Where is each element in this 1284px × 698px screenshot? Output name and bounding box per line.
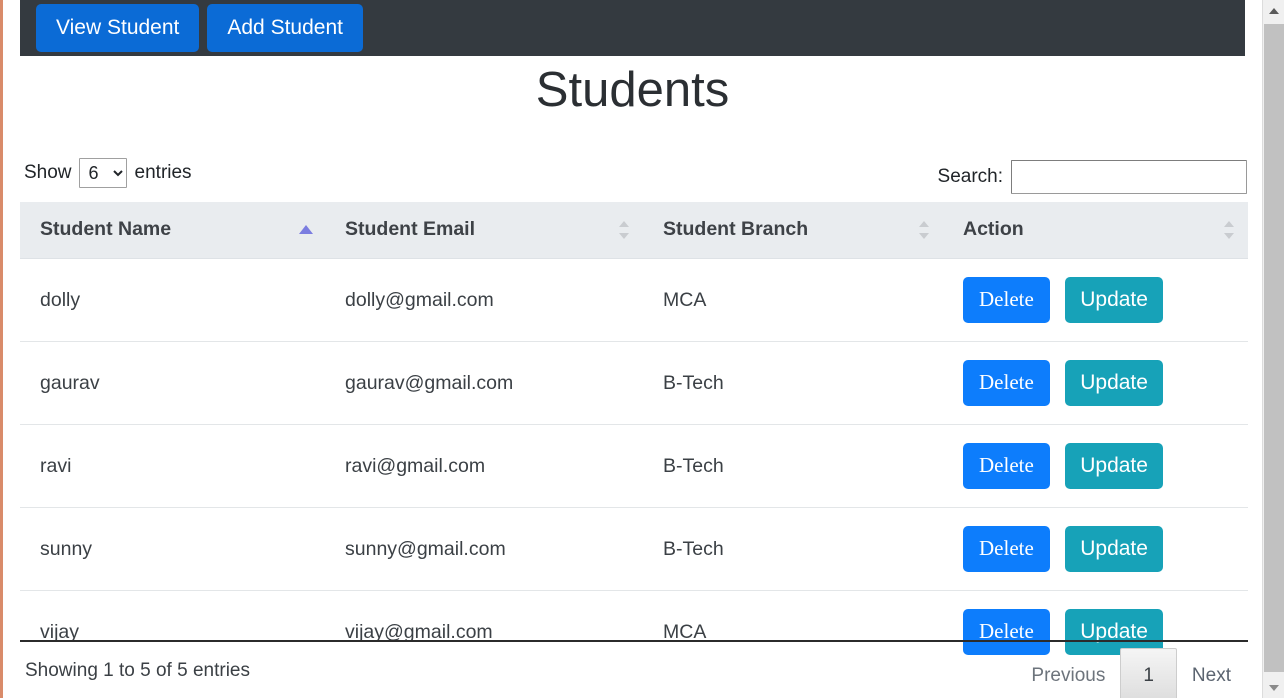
- cell-student-email: gaurav@gmail.com: [325, 342, 643, 425]
- browser-viewport: View Student Add Student Students Show 6…: [0, 0, 1284, 698]
- column-header-student-branch[interactable]: Student Branch: [643, 202, 943, 259]
- table-body: dolly dolly@gmail.com MCA Delete Update …: [20, 259, 1248, 674]
- datatable-toolbar: Show 6 10 25 50 100 entries Search:: [20, 150, 1248, 200]
- top-navbar: View Student Add Student: [20, 0, 1245, 56]
- cell-student-branch: B-Tech: [643, 342, 943, 425]
- scroll-down-arrow-icon[interactable]: [1263, 677, 1284, 698]
- show-label: Show: [24, 162, 72, 184]
- update-button[interactable]: Update: [1065, 526, 1163, 572]
- table-header-row: Student Name Student Email: [20, 202, 1248, 259]
- update-button[interactable]: Update: [1065, 277, 1163, 323]
- cell-student-branch: B-Tech: [643, 425, 943, 508]
- column-header-student-email[interactable]: Student Email: [325, 202, 643, 259]
- vertical-scrollbar[interactable]: [1262, 0, 1284, 698]
- column-header-action[interactable]: Action: [943, 202, 1248, 259]
- students-datatable: Show 6 10 25 50 100 entries Search:: [20, 150, 1248, 673]
- pagination-next[interactable]: Next: [1177, 648, 1246, 698]
- cell-student-email: dolly@gmail.com: [325, 259, 643, 342]
- sort-neutral-icon: [619, 219, 629, 241]
- table-row: ravi ravi@gmail.com B-Tech Delete Update: [20, 425, 1248, 508]
- column-header-label: Student Branch: [663, 218, 808, 240]
- update-button[interactable]: Update: [1065, 443, 1163, 489]
- search-input[interactable]: [1011, 160, 1247, 194]
- entries-label: entries: [135, 162, 192, 184]
- table-row: dolly dolly@gmail.com MCA Delete Update: [20, 259, 1248, 342]
- sort-neutral-icon: [919, 219, 929, 241]
- table-row: gaurav gaurav@gmail.com B-Tech Delete Up…: [20, 342, 1248, 425]
- delete-button[interactable]: Delete: [963, 360, 1050, 406]
- cell-student-name: dolly: [20, 259, 325, 342]
- column-header-label: Action: [963, 218, 1024, 240]
- cell-action: Delete Update: [943, 259, 1248, 342]
- entries-per-page-select[interactable]: 6 10 25 50 100: [79, 158, 127, 188]
- cell-student-branch: MCA: [643, 259, 943, 342]
- cell-student-branch: B-Tech: [643, 508, 943, 591]
- cell-student-email: ravi@gmail.com: [325, 425, 643, 508]
- cell-action: Delete Update: [943, 342, 1248, 425]
- update-button[interactable]: Update: [1065, 360, 1163, 406]
- page-content: View Student Add Student Students Show 6…: [3, 0, 1262, 698]
- table-row: sunny sunny@gmail.com B-Tech Delete Upda…: [20, 508, 1248, 591]
- sort-ascending-icon: [301, 219, 311, 241]
- search-label: Search:: [938, 166, 1003, 188]
- delete-button[interactable]: Delete: [963, 526, 1050, 572]
- page-title: Students: [20, 60, 1245, 120]
- pagination: Previous 1 Next: [1016, 648, 1246, 698]
- datatable-info: Showing 1 to 5 of 5 entries: [25, 660, 250, 682]
- delete-button[interactable]: Delete: [963, 277, 1050, 323]
- column-header-label: Student Email: [345, 218, 475, 240]
- view-student-button[interactable]: View Student: [36, 4, 199, 52]
- cell-action: Delete Update: [943, 425, 1248, 508]
- cell-student-name: sunny: [20, 508, 325, 591]
- students-table: Student Name Student Email: [20, 202, 1248, 673]
- column-header-student-name[interactable]: Student Name: [20, 202, 325, 259]
- sort-neutral-icon: [1224, 219, 1234, 241]
- cell-student-name: ravi: [20, 425, 325, 508]
- column-header-label: Student Name: [40, 218, 171, 240]
- scroll-up-arrow-icon[interactable]: [1263, 0, 1284, 21]
- table-head: Student Name Student Email: [20, 202, 1248, 259]
- cell-action: Delete Update: [943, 508, 1248, 591]
- scrollbar-thumb[interactable]: [1264, 24, 1284, 672]
- cell-student-email: sunny@gmail.com: [325, 508, 643, 591]
- pagination-page-1[interactable]: 1: [1120, 648, 1177, 698]
- add-student-button[interactable]: Add Student: [207, 4, 363, 52]
- datatable-footer: Showing 1 to 5 of 5 entries Previous 1 N…: [20, 640, 1248, 698]
- search-filter-control: Search:: [938, 160, 1247, 194]
- delete-button[interactable]: Delete: [963, 443, 1050, 489]
- cell-student-name: gaurav: [20, 342, 325, 425]
- pagination-previous[interactable]: Previous: [1016, 648, 1120, 698]
- entries-length-control: Show 6 10 25 50 100 entries: [24, 158, 192, 188]
